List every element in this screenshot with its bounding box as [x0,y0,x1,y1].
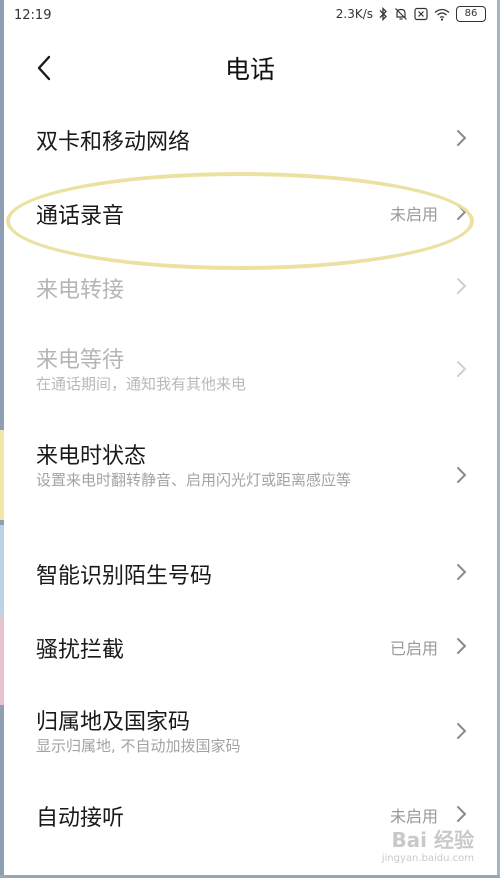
item-subtitle: 设置来电时翻转静音、启用闪光灯或距离感应等 [36,471,352,489]
settings-item-call-forwarding[interactable]: 来电转接 [0,250,500,322]
watermark-url: jingyan.baidu.com [381,853,474,864]
header: 电话 [0,36,500,100]
item-status: 已启用 [389,639,438,658]
chevron-right-icon [457,806,467,822]
item-title: 来电等待 [36,348,125,373]
mute-icon [394,7,408,21]
settings-item-incoming-call-status[interactable]: 来电时状态 设置来电时翻转静音、启用闪光灯或距离感应等 [0,420,500,532]
chevron-right-icon [457,467,467,483]
network-speed: 2.3K/s [335,7,373,21]
settings-item-harassment-block[interactable]: 骚扰拦截 已启用 [0,610,500,682]
item-title: 自动接听 [36,806,125,831]
watermark-logo: Bai 经验 [391,828,474,852]
chevron-right-icon [457,361,467,377]
chevron-right-icon [457,723,467,739]
item-subtitle: 显示归属地, 不自动加拨国家码 [36,737,241,755]
item-title: 骚扰拦截 [36,638,125,663]
status-bar: 12:19 2.3K/s 86 [0,0,500,32]
settings-item-call-recording[interactable]: 通话录音 未启用 [0,176,500,248]
chevron-right-icon [457,638,467,654]
chevron-right-icon [457,130,467,146]
item-title: 来电转接 [36,278,125,303]
wifi-icon [434,8,450,21]
chevron-right-icon [457,564,467,580]
settings-item-dual-sim[interactable]: 双卡和移动网络 [0,102,500,174]
battery-icon: 86 [456,6,486,22]
item-title: 来电时状态 [36,444,147,469]
status-icons: 2.3K/s 86 [336,6,486,22]
settings-item-location-country-code[interactable]: 归属地及国家码 显示归属地, 不自动加拨国家码 [0,686,500,776]
chevron-right-icon [457,278,467,294]
item-title: 智能识别陌生号码 [36,564,213,589]
bluetooth-icon [379,7,388,21]
item-subtitle: 在通话期间，通知我有其他来电 [36,375,247,393]
page-title: 电话 [224,55,275,84]
settings-item-call-waiting[interactable]: 来电等待 在通话期间，通知我有其他来电 [0,324,500,414]
settings-item-smart-number-id[interactable]: 智能识别陌生号码 [0,536,500,608]
watermark: Bai 经验 jingyan.baidu.com [382,824,474,864]
status-time: 12:19 [14,8,52,23]
item-title: 双卡和移动网络 [36,130,191,155]
chevron-right-icon [457,204,467,220]
item-status: 未启用 [389,205,438,224]
item-title: 归属地及国家码 [36,710,191,735]
battery-level: 86 [464,8,478,19]
sim-icon [414,7,428,21]
item-title: 通话录音 [36,204,125,229]
